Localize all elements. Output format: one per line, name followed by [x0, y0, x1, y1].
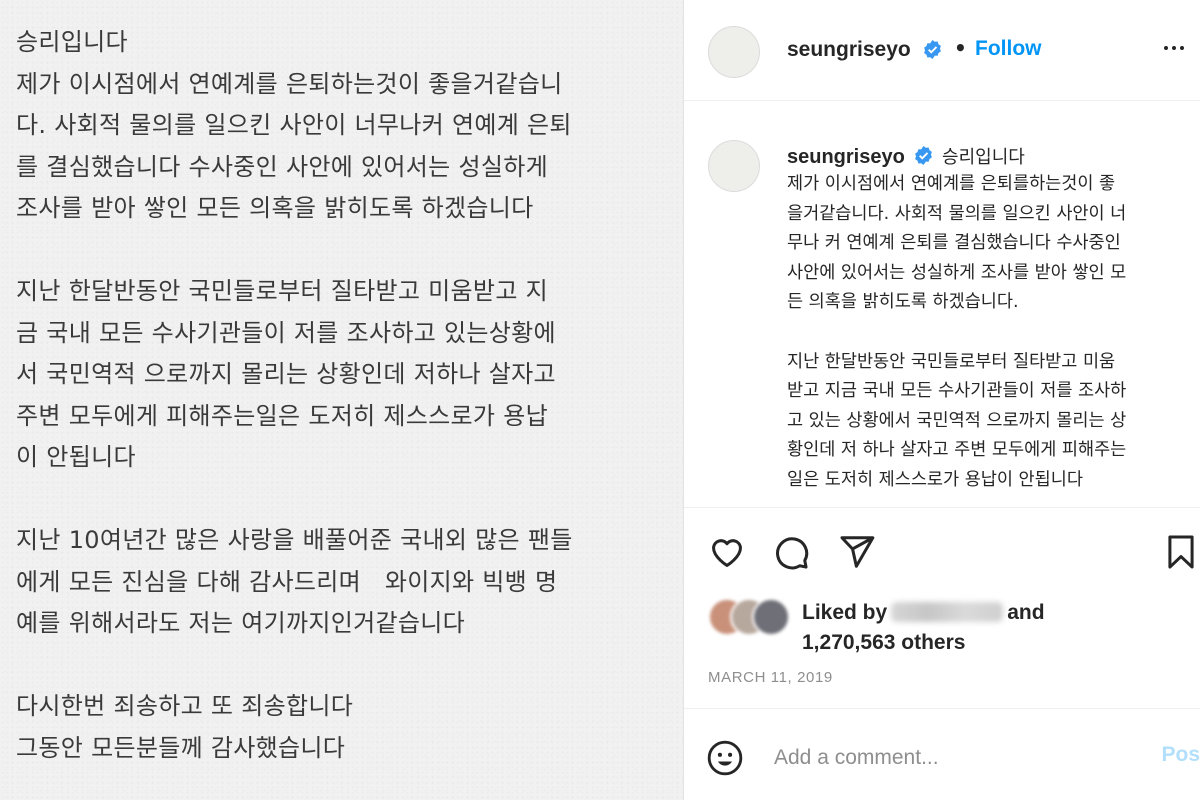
more-dot-icon	[1172, 46, 1176, 50]
note-line	[16, 645, 676, 687]
caption-line: 제가 이시점에서 연예계를 은퇴를하는것이 좋	[787, 174, 1116, 194]
note-line: 에게 모든 진심을 다해 감사드리며 와이지와 빅뱅 명	[16, 567, 558, 596]
comment-bar: Post	[684, 708, 1200, 801]
note-line: 이 안됩니다	[16, 443, 136, 471]
more-options-button[interactable]	[1159, 36, 1189, 60]
more-dot-icon	[1180, 46, 1184, 50]
caption-header: seungriseyo 승리입니다	[787, 143, 1025, 169]
note-line: 다시한번 죄송하고 또 죄송합니다	[16, 692, 354, 720]
note-line: 제가 이시점에서 연예계를 은퇴하는것이 좋을거같습니	[16, 69, 563, 98]
caption-text: 제가 이시점에서 연예계를 은퇴를하는것이 좋을거같습니다. 사회적 물의를 일…	[787, 170, 1187, 496]
liked-by-and: and	[1007, 601, 1045, 624]
note-line: 서 국민역적 으로까지 몰리는 상황인데 저하나 살자고	[16, 360, 556, 388]
note-line: 그동안 모든분들께 감사했습니다	[16, 733, 346, 762]
post-header: seungriseyo • Follow	[684, 0, 1200, 101]
share-icon[interactable]	[838, 533, 876, 571]
liked-by-label: Liked by	[802, 601, 888, 624]
header-separator: •	[954, 36, 967, 60]
caption-line	[787, 318, 1187, 348]
caption-line: 무나 커 연예계 은퇴를 결심했습니다 수사중인	[787, 233, 1121, 254]
post-image[interactable]: 승리입니다제가 이시점에서 연예계를 은퇴하는것이 좋을거같습니다. 사회적 물…	[0, 0, 683, 800]
post-date[interactable]: MARCH 11, 2019	[708, 669, 833, 686]
caption-line: 지난 한달반동안 국민들로부터 질타받고 미움	[787, 351, 1116, 372]
note-line: 를 결심했습니다 수사중인 사안에 있어서는 성실하게	[16, 152, 549, 181]
caption-line: 고 있는 상황에서 국민역적 으로까지 몰리는 상	[787, 410, 1127, 431]
caption-first-line: 승리입니다	[942, 147, 1025, 168]
blurred-username[interactable]	[891, 602, 1004, 622]
emoji-icon[interactable]	[706, 739, 744, 777]
note-line: 주변 모두에게 피해주는일은 도저히 제스스로가 용납	[16, 401, 549, 430]
note-line: 다. 사회적 물의를 일으킨 사안이 너무나커 연예계 은퇴	[16, 111, 572, 139]
note-text: 승리입니다제가 이시점에서 연예계를 은퇴하는것이 좋을거같습니다. 사회적 물…	[16, 22, 676, 769]
note-line: 조사를 받아 쌓인 모든 의혹을 밝히도록 하겠습니다	[16, 194, 534, 222]
caption-username[interactable]: seungriseyo	[787, 146, 905, 168]
avatar	[752, 598, 790, 636]
verified-badge-icon	[915, 146, 932, 165]
likes-count-link[interactable]: 1,270,563 others	[802, 631, 965, 654]
heart-icon[interactable]	[708, 533, 746, 571]
caption-line: 일은 도저히 제스스로가 용납이 안됩니다	[787, 469, 1083, 490]
caption-line: 든 의혹을 밝히도록 하겠습니다.	[787, 292, 1019, 313]
likes-summary: Liked by and 1,270,563 others	[708, 594, 1188, 654]
more-dot-icon	[1164, 46, 1168, 50]
note-line: 승리입니다	[16, 28, 128, 56]
note-line: 예를 위해서라도 저는 여기까지인거같습니다	[16, 609, 466, 637]
verified-badge-icon	[924, 40, 941, 59]
action-bar	[684, 527, 1200, 575]
note-line: 지난 10여년간 많은 사랑을 배풀어준 국내외 많은 팬들	[16, 526, 573, 554]
post-side-panel: seungriseyo • Follow seungriseyo 승리입니다 제…	[683, 0, 1200, 800]
comment-input[interactable]	[772, 739, 1136, 777]
liked-by-text: Liked by and 1,270,563 others	[802, 598, 1045, 658]
bookmark-icon[interactable]	[1162, 533, 1200, 571]
post-comment-button[interactable]: Post	[1161, 743, 1200, 767]
comment-icon[interactable]	[772, 533, 810, 571]
note-line: 금 국내 모든 수사기관들이 저를 조사하고 있는상황에	[16, 318, 556, 347]
avatar[interactable]	[708, 26, 760, 78]
caption-avatar[interactable]	[708, 140, 760, 192]
caption-line: 사안에 있어서는 성실하게 조사를 받아 쌓인 모	[787, 262, 1127, 283]
note-line: 지난 한달반동안 국민들로부터 질타받고 미움받고 지	[16, 277, 549, 305]
follow-button[interactable]: Follow	[975, 37, 1042, 61]
caption-line: 황인데 저 하나 살자고 주변 모두에게 피해주는	[787, 440, 1127, 461]
note-line	[16, 230, 676, 272]
liker-avatars[interactable]	[708, 598, 792, 636]
header-username[interactable]: seungriseyo	[787, 38, 911, 62]
caption-line: 받고 지금 국내 모든 수사기관들이 저를 조사하	[787, 381, 1127, 402]
caption-line: 을거같습니다. 사회적 물의를 일으킨 사안이 너	[787, 203, 1127, 224]
note-line	[16, 479, 676, 521]
